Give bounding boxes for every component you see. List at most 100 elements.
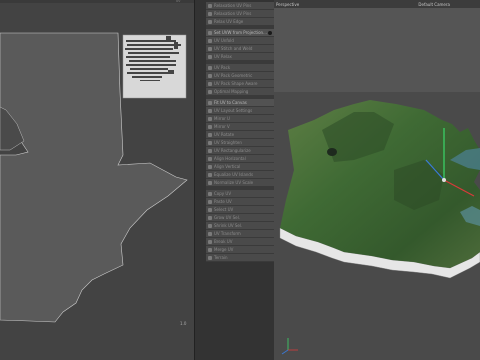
tool-icon	[208, 124, 212, 129]
tool-label: UV Relax	[214, 54, 232, 59]
uv-tool-panel: Relaxation UV Pins Relaxation UV Pins Rela…	[204, 0, 274, 360]
tool-icon	[208, 207, 212, 212]
tool-icon	[208, 247, 212, 252]
tool-label: Equalize UV Islands	[214, 172, 254, 177]
perspective-viewport[interactable]: Perspective Default Camera	[274, 0, 480, 360]
tool-button[interactable]: UV Pack Geometric	[206, 72, 274, 80]
terrain-render[interactable]	[274, 0, 480, 360]
options-dot-icon[interactable]	[268, 30, 272, 35]
axis-indicator-z	[281, 349, 289, 355]
tool-icon	[208, 11, 212, 16]
terrain-lake	[327, 148, 337, 156]
tool-icon	[208, 116, 212, 121]
tool-icon	[208, 132, 212, 137]
tool-button[interactable]: UV Layout Settings	[206, 107, 274, 115]
tool-button[interactable]: UV Pack	[206, 64, 274, 72]
tool-label: UV Stitch and Weld	[214, 46, 253, 51]
tool-label: Optimal Mapping	[214, 89, 249, 94]
tool-icon	[208, 164, 212, 169]
tool-button[interactable]: Normalize UV Scale	[206, 179, 274, 187]
tool-button[interactable]: Set UVW from Projection...	[206, 29, 274, 37]
tool-label: Copy UV	[214, 191, 232, 196]
tool-icon	[208, 65, 212, 70]
tool-icon	[208, 19, 212, 24]
tool-icon	[208, 38, 212, 43]
tool-button[interactable]: UV Stitch and Weld	[206, 45, 274, 53]
tool-label: Normalize UV Scale	[214, 180, 254, 185]
tool-label: UV Rotate	[214, 132, 235, 137]
tool-button[interactable]: Fit UV to Canvas	[206, 99, 274, 107]
tool-button[interactable]: UV Straighten	[206, 139, 274, 147]
tool-label: Shrink UV Sel.	[214, 223, 243, 228]
tool-button[interactable]: Relaxation UV Pins	[206, 2, 274, 10]
tool-label: Fit UV to Canvas	[214, 100, 247, 105]
tool-button[interactable]: UV Relax	[206, 53, 274, 61]
tool-button[interactable]: Terrain	[206, 254, 274, 262]
tool-label: Paste UV	[214, 199, 232, 204]
tool-icon	[208, 231, 212, 236]
tool-icon	[208, 180, 212, 185]
tool-button[interactable]: UV Rotate	[206, 131, 274, 139]
tool-icon	[208, 223, 212, 228]
tool-label: Relaxation UV Pins	[214, 11, 252, 16]
tool-button[interactable]: Equalize UV Islands	[206, 171, 274, 179]
tool-label: Terrain	[214, 255, 228, 260]
tool-icon	[208, 89, 212, 94]
tool-icon	[208, 108, 212, 113]
tool-label: Relax UV Edge	[214, 19, 244, 24]
tool-label: UV Pack	[214, 65, 231, 70]
tool-button[interactable]: Mirror V	[206, 123, 274, 131]
tool-icon	[208, 255, 212, 260]
gizmo-center	[442, 178, 446, 182]
tool-button[interactable]: Shrink UV Sel.	[206, 222, 274, 230]
tool-icon	[208, 191, 212, 196]
tool-button[interactable]: Relax UV Edge	[206, 18, 274, 26]
tool-button[interactable]: Align Vertical	[206, 163, 274, 171]
tool-icon	[208, 54, 212, 59]
tool-icon	[208, 3, 212, 8]
tool-label: Mirror U	[214, 116, 230, 121]
tool-button[interactable]: Mirror U	[206, 115, 274, 123]
tool-button[interactable]: Copy UV	[206, 190, 274, 198]
tool-icon	[208, 100, 212, 105]
tool-button[interactable]: Select UV	[206, 206, 274, 214]
tool-button[interactable]: Optimal Mapping	[206, 88, 274, 96]
tool-icon	[208, 215, 212, 220]
tool-label: UV Pack Shape Aware	[214, 81, 258, 86]
tool-label: Set UVW from Projection...	[214, 30, 267, 35]
tool-icon	[208, 199, 212, 204]
tool-label: Merge UV	[214, 247, 234, 252]
tool-label: Select UV	[214, 207, 234, 212]
tool-label: UV Layout Settings	[214, 108, 253, 113]
tool-icon	[208, 148, 212, 153]
tool-icon	[208, 73, 212, 78]
tool-label: Grow UV Sel.	[214, 215, 240, 220]
tool-icon	[208, 172, 212, 177]
tool-label: UV Pack Geometric	[214, 73, 253, 78]
tool-button[interactable]: Relaxation UV Pins	[206, 10, 274, 18]
tool-button[interactable]: Break UV	[206, 238, 274, 246]
tool-icon	[208, 30, 212, 35]
tool-button[interactable]: Grow UV Sel.	[206, 214, 274, 222]
tool-label: UV Transform	[214, 231, 241, 236]
tool-label: Align Vertical	[214, 164, 241, 169]
tool-button[interactable]: UV Transform	[206, 230, 274, 238]
uv-island-canvas[interactable]	[0, 0, 194, 360]
tool-button[interactable]: UV Rectangularize	[206, 147, 274, 155]
tool-label: Break UV	[214, 239, 233, 244]
tool-icon	[208, 239, 212, 244]
tool-button[interactable]: UV Unfold	[206, 37, 274, 45]
tool-label: UV Rectangularize	[214, 148, 251, 153]
tool-button[interactable]: UV Pack Shape Aware	[206, 80, 274, 88]
tool-icon	[208, 156, 212, 161]
tool-button[interactable]: Paste UV	[206, 198, 274, 206]
uv-editor-view[interactable]: UV 1.0	[0, 0, 194, 360]
tool-label: Align Horizontal	[214, 156, 246, 161]
tool-icon	[208, 140, 212, 145]
tool-button[interactable]: Merge UV	[206, 246, 274, 254]
tool-icon	[208, 81, 212, 86]
tool-label: Mirror V	[214, 124, 230, 129]
tool-button[interactable]: Align Horizontal	[206, 155, 274, 163]
uv-corner-label: 1.0	[180, 321, 187, 326]
tool-icon	[208, 46, 212, 51]
